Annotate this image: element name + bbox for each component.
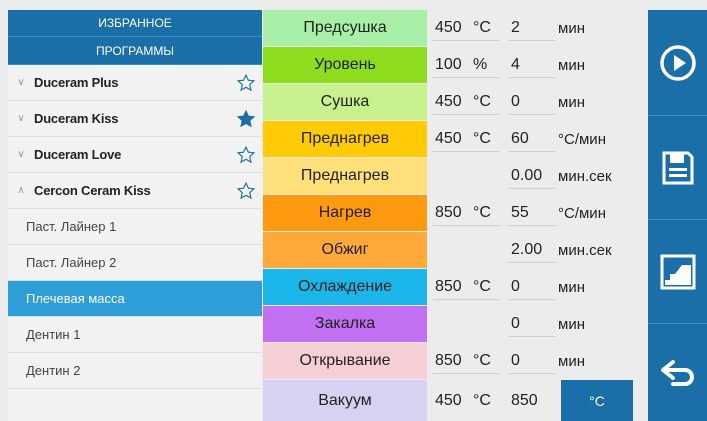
programs-tab[interactable]: ПРОГРАММЫ: [8, 37, 262, 65]
stage-row-firing: Обжиг 2.00 мин.сек: [263, 232, 648, 268]
chevron-down-icon[interactable]: ∨: [8, 113, 34, 124]
field-underline: [509, 151, 555, 152]
field-underline: [509, 299, 555, 300]
time-unit: мин: [558, 315, 585, 333]
stage-label[interactable]: Закалка: [263, 306, 427, 342]
chevron-down-icon[interactable]: ∨: [8, 149, 34, 160]
time-unit: мин: [558, 19, 585, 37]
save-program-button[interactable]: [648, 116, 707, 220]
sub-program-label: Дентин 1: [26, 327, 81, 342]
stage-row-preheat-hold: Преднагрев 0.00 мин.сек: [263, 158, 648, 194]
time-unit: мин: [558, 56, 585, 74]
sub-program-label: Плечевая масса: [26, 291, 125, 306]
stage-row-level: Уровень 100 % 4 мин: [263, 47, 648, 83]
hold-time-unit: мин.сек: [558, 241, 612, 259]
star-outline-icon[interactable]: [236, 181, 256, 201]
back-icon: [660, 359, 694, 386]
sub-program-label: Паст. Лайнер 2: [26, 255, 117, 270]
time-unit: мин: [558, 278, 585, 296]
sub-program-item[interactable]: Дентин 1: [8, 317, 262, 353]
sub-program-label: Дентин 2: [26, 363, 81, 378]
sub-program-item[interactable]: Паст. Лайнер 1: [8, 209, 262, 245]
field-underline: [433, 114, 499, 115]
back-button[interactable]: [648, 324, 707, 421]
chart-icon: [660, 254, 695, 289]
field-underline: [433, 373, 499, 374]
vacuum-value[interactable]: 850: [511, 380, 555, 421]
stage-label[interactable]: Преднагрев: [263, 158, 427, 194]
stage-row-opening: Открывание 850 °C 0 мин: [263, 343, 648, 379]
sub-program-item[interactable]: Дентин 2: [8, 353, 262, 389]
action-toolbar: [648, 10, 707, 421]
program-item-duceram-love[interactable]: ∨ Duceram Love: [8, 137, 262, 173]
program-item-duceram-kiss[interactable]: ∨ Duceram Kiss: [8, 101, 262, 137]
stage-row-tempering: Закалка 0 мин: [263, 306, 648, 342]
field-underline: [433, 299, 499, 300]
start-program-button[interactable]: [648, 10, 707, 116]
field-underline: [509, 225, 555, 226]
program-sidebar: ИЗБРАННОЕ ПРОГРАММЫ ∨ Duceram Plus ∨ Duc…: [8, 10, 262, 421]
program-label: Duceram Kiss: [34, 111, 119, 126]
stage-label[interactable]: Нагрев: [263, 195, 427, 231]
program-label: Duceram Love: [34, 147, 122, 162]
program-item-cercon-ceram-kiss[interactable]: ∧ Cercon Ceram Kiss: [8, 173, 262, 209]
sub-program-label: Паст. Лайнер 1: [26, 219, 117, 234]
stage-label[interactable]: Преднагрев: [263, 121, 427, 157]
field-underline: [433, 40, 499, 41]
stage-row-drying: Сушка 450 °C 0 мин: [263, 84, 648, 120]
field-underline: [433, 225, 499, 226]
stage-row-preheat-rate: Преднагрев 450 °C 60 °C/мин: [263, 121, 648, 157]
field-underline: [433, 151, 499, 152]
chevron-up-icon[interactable]: ∧: [8, 185, 34, 196]
stage-row-vacuum: Вакуум 450 °C 850 °C: [263, 380, 648, 421]
program-label: Duceram Plus: [34, 75, 119, 90]
time-unit: мин: [558, 93, 585, 111]
hold-time-unit: мин.сек: [558, 167, 612, 185]
temperature-value[interactable]: 450: [435, 380, 469, 421]
program-item-duceram-plus[interactable]: ∨ Duceram Plus: [8, 65, 262, 101]
field-underline: [509, 262, 555, 263]
chevron-down-icon[interactable]: ∨: [8, 77, 34, 88]
firing-program-table: Предсушка 450 °C 2 мин Уровень 100 % 4 м…: [263, 10, 648, 421]
favorites-label: ИЗБРАННОЕ: [98, 16, 172, 30]
firing-curve-button[interactable]: [648, 220, 707, 324]
stage-row-cooling: Охлаждение 850 °C 0 мин: [263, 269, 648, 305]
play-icon: [659, 44, 696, 81]
program-label: Cercon Ceram Kiss: [34, 183, 151, 198]
time-unit: мин: [558, 352, 585, 370]
sub-program-item-selected[interactable]: Плечевая масса: [8, 281, 262, 317]
stage-label[interactable]: Сушка: [263, 84, 427, 120]
save-icon: [662, 151, 693, 184]
field-underline: [509, 336, 555, 337]
stage-label[interactable]: Вакуум: [263, 380, 427, 421]
stage-label[interactable]: Предсушка: [263, 10, 427, 46]
field-underline: [509, 373, 555, 374]
rate-unit: °C/мин: [558, 130, 606, 148]
programs-label: ПРОГРАММЫ: [95, 43, 175, 58]
star-filled-icon[interactable]: [236, 109, 256, 129]
field-underline: [433, 77, 499, 78]
field-underline: [509, 77, 555, 78]
stage-label[interactable]: Открывание: [263, 343, 427, 379]
field-underline: [509, 40, 555, 41]
star-outline-icon[interactable]: [236, 73, 256, 93]
stage-row-heating: Нагрев 850 °C 55 °C/мин: [263, 195, 648, 231]
stage-label[interactable]: Обжиг: [263, 232, 427, 268]
rate-unit: °C/мин: [558, 204, 606, 222]
sub-program-item[interactable]: Паст. Лайнер 2: [8, 245, 262, 281]
star-outline-icon[interactable]: [236, 145, 256, 165]
temperature-unit: °C: [473, 391, 491, 409]
field-underline: [509, 114, 555, 115]
stage-label[interactable]: Охлаждение: [263, 269, 427, 305]
field-underline: [509, 188, 555, 189]
unit-toggle-button[interactable]: °C: [561, 380, 633, 421]
stage-label[interactable]: Уровень: [263, 47, 427, 83]
favorites-tab[interactable]: ИЗБРАННОЕ: [8, 10, 262, 37]
stage-row-predrying: Предсушка 450 °C 2 мин: [263, 10, 648, 46]
